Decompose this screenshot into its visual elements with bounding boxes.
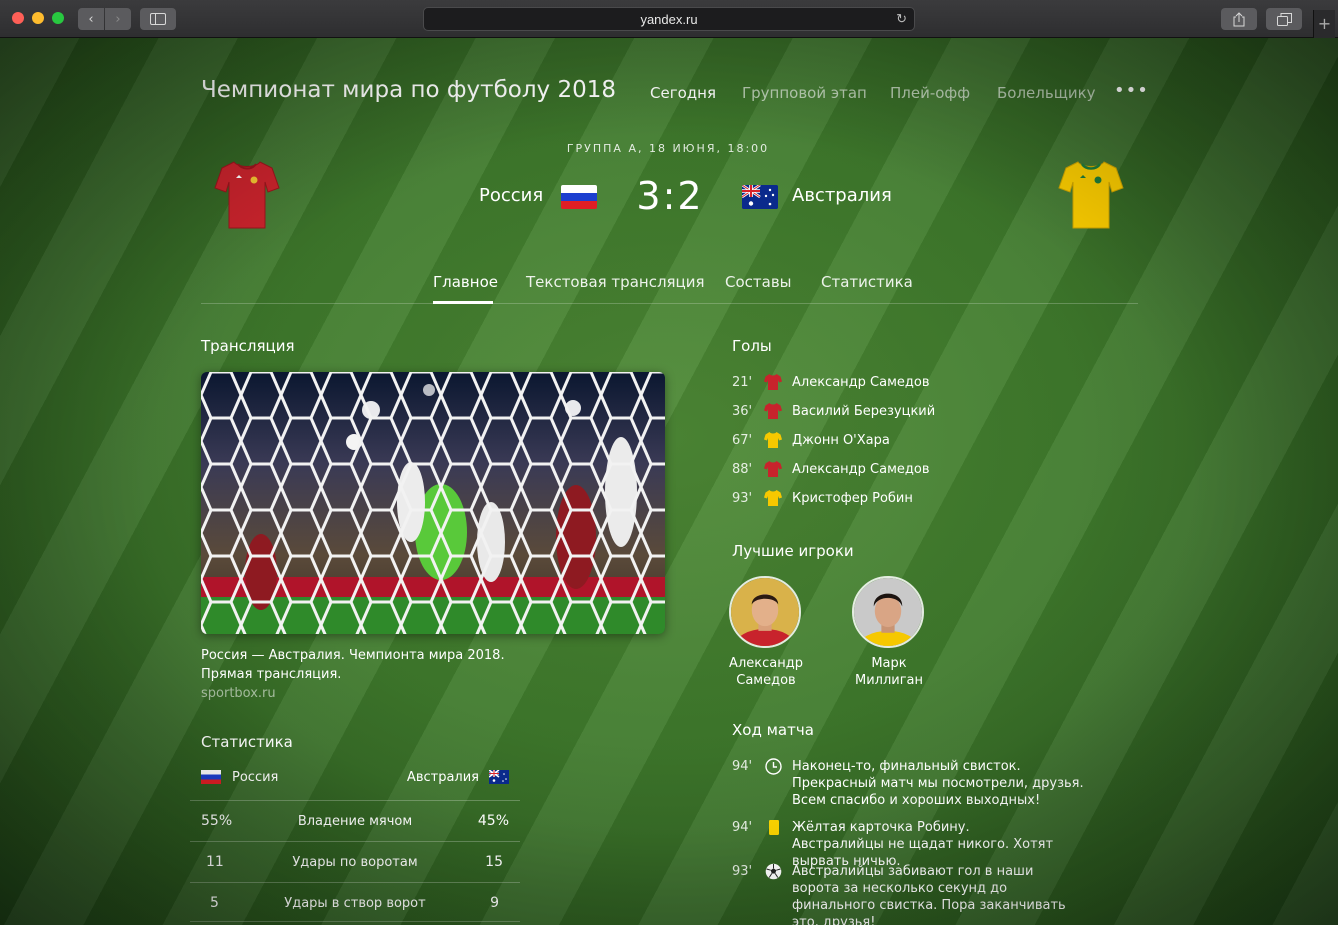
stat-label: Удары по воротам (292, 855, 418, 870)
tab-statistics[interactable]: Статистика (821, 273, 913, 291)
stat-away-value: 15 (485, 854, 503, 870)
stats-home-team: Россия (232, 770, 279, 785)
page-content: Чемпионат мира по футболу 2018 Сегодня Г… (0, 38, 1338, 925)
page-title[interactable]: Чемпионат мира по футболу 2018 (201, 77, 616, 103)
clock-icon (765, 758, 782, 775)
player-last-name: Самедов (736, 673, 796, 688)
match-events-heading: Ход матча (732, 721, 814, 739)
goal-scorer: Александр Самедов (792, 462, 930, 477)
australia-flag-icon (489, 770, 509, 784)
new-tab-button[interactable]: + (1313, 10, 1335, 38)
player-last-name: Миллиган (854, 673, 924, 688)
stat-label: Владение мячом (297, 814, 413, 829)
player-first-name: Марк (871, 656, 907, 671)
active-tab-indicator (433, 301, 493, 304)
stat-away-value: 9 (490, 895, 499, 911)
goal-scorer: Кристофер Робин (792, 491, 913, 506)
australia-flag-icon (742, 185, 778, 209)
minimize-window-button[interactable] (32, 12, 44, 24)
caption-source[interactable]: sportbox.ru (201, 684, 641, 703)
share-icon (1233, 11, 1245, 26)
match-score: 3:2 (620, 174, 720, 218)
best-player-card[interactable] (852, 576, 924, 665)
zoom-window-button[interactable] (52, 12, 64, 24)
nav-fans[interactable]: Болельщику (997, 84, 1096, 102)
best-player-card[interactable] (729, 576, 801, 663)
player-avatar (729, 576, 801, 663)
sidebar-icon (150, 13, 166, 25)
goals-heading: Голы (732, 337, 772, 355)
nav-today[interactable]: Сегодня (650, 84, 716, 102)
nav-playoff[interactable]: Плей-офф (890, 84, 970, 102)
team-shirt-icon (764, 403, 782, 419)
back-button[interactable]: ‹ (78, 8, 104, 30)
player-name[interactable]: Марк Миллиган (829, 655, 949, 689)
caption-title[interactable]: Россия — Австралия. Чемпионта мира 2018. (201, 646, 641, 665)
event-minute: 94' (732, 820, 753, 835)
statistics-teams-header: Россия Австралия (201, 768, 511, 788)
goal-minute: 36' (732, 404, 753, 419)
goal-scorer: Василий Березуцкий (792, 404, 936, 419)
goal-scorer: Джонн О'Хара (792, 433, 890, 448)
stat-row-shots-on-target: 5 Удары в створ ворот 9 (190, 882, 520, 922)
yellow-card-icon (769, 820, 779, 835)
australia-jersey-icon (1058, 161, 1124, 229)
player-avatar (852, 576, 924, 665)
url-text: yandex.ru (640, 11, 698, 27)
browser-toolbar: ‹ › yandex.ru ↻ + (0, 0, 1338, 38)
team-shirt-icon (764, 432, 782, 448)
player-first-name: Александр (729, 656, 803, 671)
chevron-left-icon: ‹ (88, 11, 94, 27)
away-team-name[interactable]: Австралия (792, 185, 892, 206)
soccer-ball-icon (765, 863, 782, 880)
tabs-divider (201, 303, 1138, 304)
event-minute: 94' (732, 759, 753, 774)
stats-away-team: Австралия (406, 770, 479, 785)
statistics-heading: Статистика (201, 733, 293, 751)
sidebar-toggle-button[interactable] (140, 8, 176, 30)
goal-minute: 67' (732, 433, 753, 448)
russia-flag-icon (561, 185, 597, 209)
share-button[interactable] (1221, 8, 1257, 30)
team-shirt-icon (764, 374, 782, 390)
caption-subtitle: Прямая трансляция. (201, 667, 342, 682)
forward-button[interactable]: › (105, 8, 131, 30)
more-menu-button[interactable]: ••• (1114, 80, 1149, 101)
tab-text-broadcast[interactable]: Текстовая трансляция (526, 273, 705, 291)
event-minute: 93' (732, 864, 753, 879)
player-name[interactable]: Александр Самедов (706, 655, 826, 689)
score-separator: : (662, 174, 678, 218)
team-shirt-icon (764, 490, 782, 506)
broadcast-video-thumbnail[interactable] (201, 372, 665, 634)
broadcast-caption: Россия — Австралия. Чемпионта мира 2018.… (201, 646, 641, 703)
goal-scorer: Александр Самедов (792, 375, 930, 390)
stat-row-shots: 11 Удары по воротам 15 (190, 841, 520, 881)
stat-row-possession: 55% Владение мячом 45% (190, 800, 520, 840)
goal-minute: 21' (732, 375, 753, 390)
chevron-right-icon: › (115, 11, 121, 27)
tabs-icon (1276, 12, 1292, 26)
show-tabs-button[interactable] (1266, 8, 1302, 30)
goal-minute: 88' (732, 462, 753, 477)
tab-lineups[interactable]: Составы (725, 273, 792, 291)
match-info: ГРУППА А, 18 ИЮНЯ, 18:00 (566, 142, 770, 155)
reload-icon[interactable]: ↻ (896, 11, 907, 27)
nav-group-stage[interactable]: Групповой этап (742, 84, 867, 102)
stat-away-value: 45% (477, 813, 509, 829)
best-players-heading: Лучшие игроки (732, 542, 854, 560)
close-window-button[interactable] (12, 12, 24, 24)
goal-minute: 93' (732, 491, 753, 506)
home-team-name[interactable]: Россия (479, 185, 543, 206)
team-shirt-icon (764, 461, 782, 477)
russia-jersey-icon (214, 161, 280, 229)
russia-flag-icon (201, 770, 221, 784)
event-text: Австралийцы забивают гол в наши ворота з… (792, 864, 1066, 925)
tab-main[interactable]: Главное (433, 273, 498, 291)
home-score: 3 (636, 174, 663, 218)
stat-label: Удары в створ ворот (284, 896, 426, 911)
event-text: Наконец-то, финальный свисток. Прекрасны… (792, 759, 1084, 808)
address-bar[interactable]: yandex.ru ↻ (423, 7, 915, 31)
broadcast-heading: Трансляция (201, 337, 295, 355)
away-score: 2 (677, 174, 704, 218)
